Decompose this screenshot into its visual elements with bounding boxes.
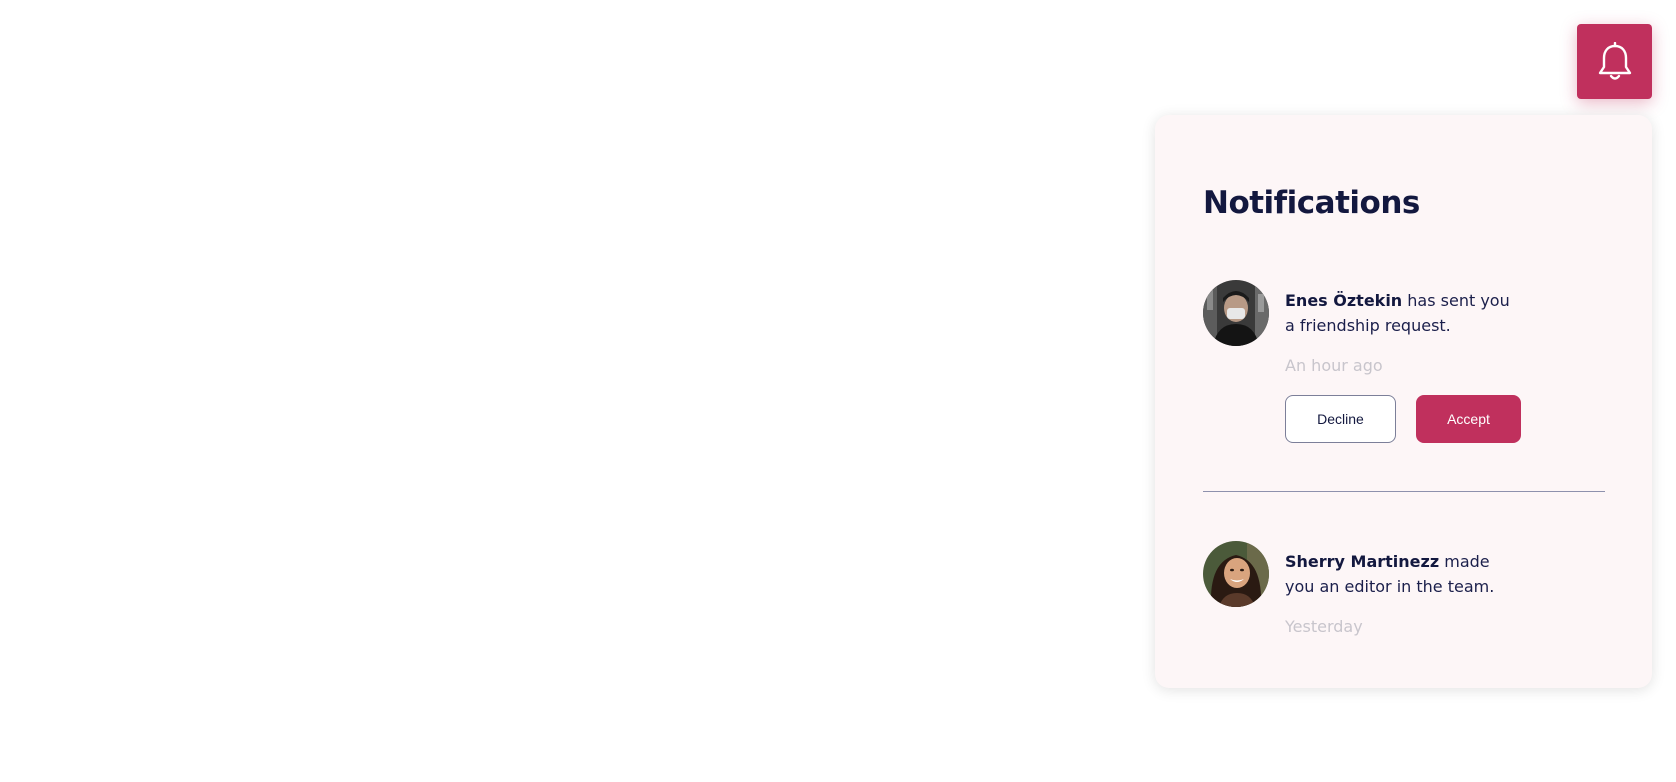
notification-text: Sherry Martinezz made you an editor in th… bbox=[1285, 549, 1525, 599]
notification-message-cont: you an editor in the team. bbox=[1285, 577, 1495, 596]
notification-text: Enes Öztekin has sent you a friendship re… bbox=[1285, 288, 1525, 338]
bell-icon bbox=[1598, 41, 1631, 80]
accept-button[interactable]: Accept bbox=[1416, 395, 1521, 443]
notifications-bell-button[interactable] bbox=[1577, 24, 1652, 99]
avatar-photo bbox=[1203, 280, 1269, 346]
notification-time: An hour ago bbox=[1285, 356, 1383, 375]
notification-message: has sent you bbox=[1402, 291, 1510, 310]
notifications-panel: Notifications Enes Öztekin has sent you a… bbox=[1155, 115, 1652, 688]
avatar[interactable] bbox=[1203, 280, 1269, 346]
divider bbox=[1203, 491, 1605, 492]
notification-time: Yesterday bbox=[1285, 617, 1363, 636]
notification-message: made bbox=[1439, 552, 1490, 571]
panel-title: Notifications bbox=[1203, 185, 1420, 221]
avatar[interactable] bbox=[1203, 541, 1269, 607]
avatar-photo bbox=[1203, 541, 1269, 607]
notification-message-cont: a friendship request. bbox=[1285, 316, 1451, 335]
sender-name[interactable]: Sherry Martinezz bbox=[1285, 552, 1439, 571]
page: Notifications Enes Öztekin has sent you a… bbox=[0, 0, 1676, 782]
sender-name[interactable]: Enes Öztekin bbox=[1285, 291, 1402, 310]
decline-button[interactable]: Decline bbox=[1285, 395, 1396, 443]
